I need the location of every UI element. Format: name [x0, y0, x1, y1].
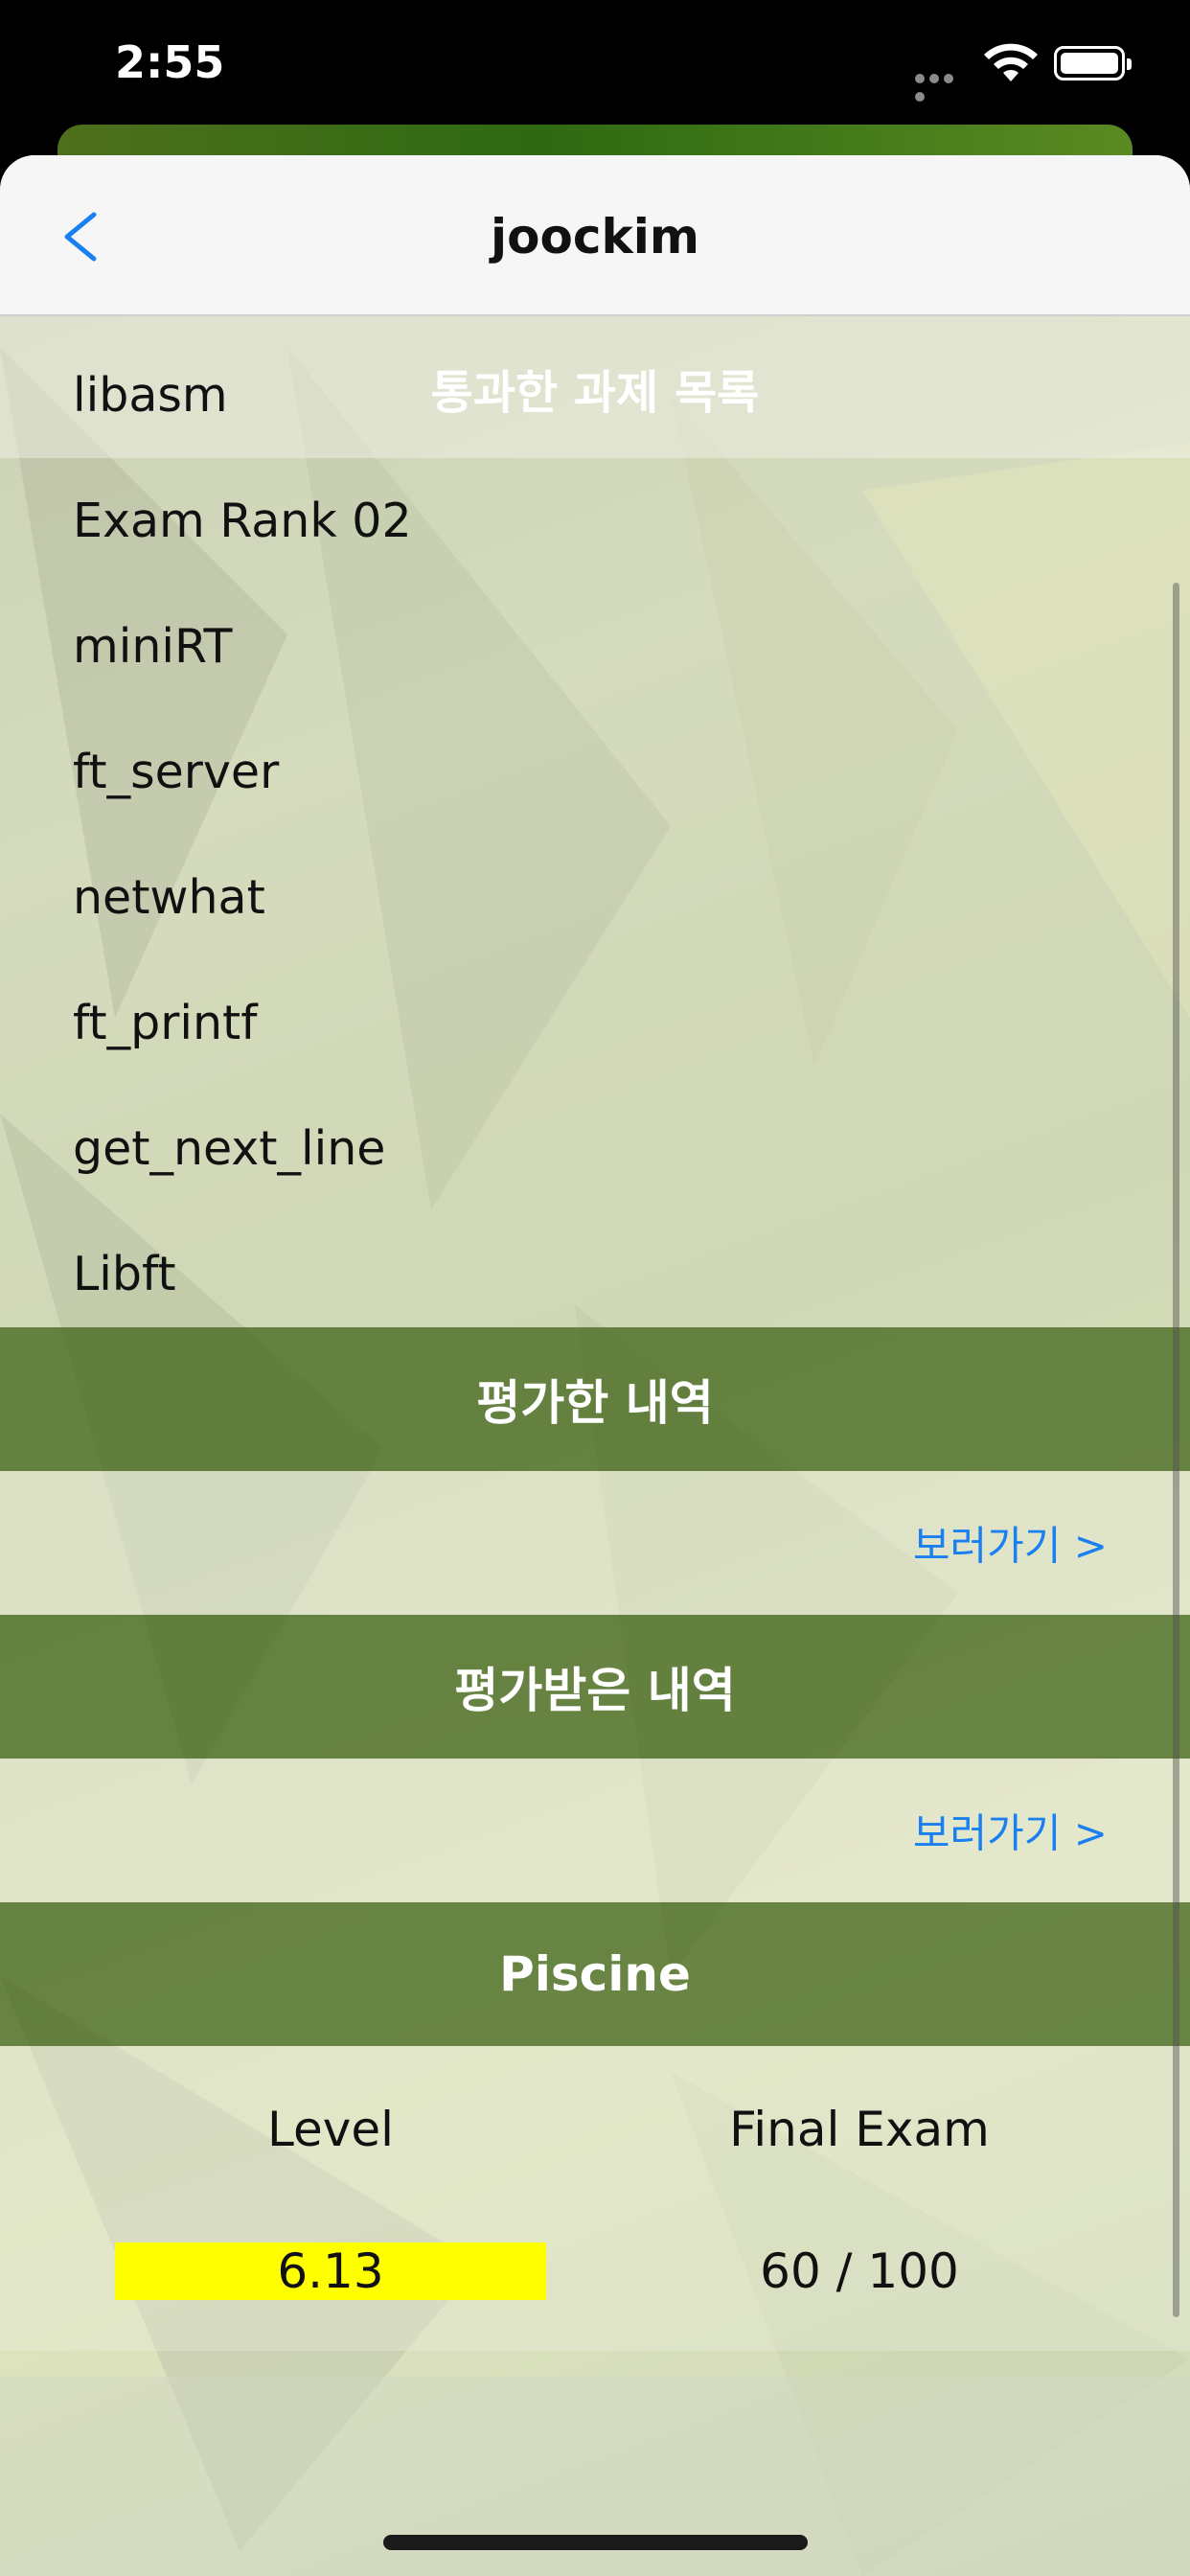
project-item-get-next-line[interactable]: get_next_line — [0, 1086, 1190, 1211]
level-progress-bar: 6.13 — [115, 2242, 546, 2300]
scrollbar[interactable] — [1173, 583, 1179, 2317]
received-section-header: 평가받은 내역 — [0, 1615, 1190, 1759]
evaluated-link-row: 보러가기 > — [0, 1471, 1190, 1615]
final-exam-score: 60 / 100 — [760, 2243, 959, 2299]
project-item-ft-server[interactable]: ft_server — [0, 709, 1190, 835]
piscine-section-header: Piscine — [0, 1902, 1190, 2046]
app-screen: 2:55 joockim 통과한 과제 목록 libasm Exam Rank … — [0, 0, 1190, 2576]
received-view-link[interactable]: 보러가기 > — [913, 1802, 1108, 1860]
piscine-stats: Level Final Exam 6.13 60 / 100 — [0, 2046, 1190, 2351]
home-indicator[interactable] — [383, 2535, 808, 2550]
evaluated-view-link[interactable]: 보러가기 > — [913, 1514, 1108, 1573]
project-item-minirt[interactable]: miniRT — [0, 584, 1190, 709]
project-item-ft-printf[interactable]: ft_printf — [0, 960, 1190, 1086]
wifi-icon — [984, 43, 1038, 81]
project-item-libft[interactable]: Libft — [0, 1211, 1190, 1337]
status-bar: 2:55 — [0, 0, 1190, 134]
project-item-exam-rank-02[interactable]: Exam Rank 02 — [0, 458, 1190, 584]
profile-sheet: joockim 통과한 과제 목록 libasm Exam Rank 02 mi… — [0, 155, 1190, 2576]
level-label: Level — [267, 2102, 394, 2157]
nav-title: joockim — [491, 209, 699, 264]
status-time: 2:55 — [115, 36, 225, 88]
cellular-signal-icon — [915, 69, 971, 102]
received-section-title: 평가받은 내역 — [454, 1663, 736, 1718]
navigation-bar: joockim — [0, 155, 1190, 316]
battery-icon — [1054, 46, 1132, 80]
evaluated-section-header: 평가한 내역 — [0, 1327, 1190, 1471]
project-item-libasm[interactable]: libasm — [0, 333, 1190, 458]
project-item-netwhat[interactable]: netwhat — [0, 835, 1190, 960]
final-exam-label: Final Exam — [729, 2102, 990, 2157]
piscine-section-title: Piscine — [499, 1946, 691, 2002]
level-value: 6.13 — [277, 2243, 384, 2299]
received-link-row: 보러가기 > — [0, 1759, 1190, 1902]
evaluated-section-title: 평가한 내역 — [476, 1375, 714, 1431]
